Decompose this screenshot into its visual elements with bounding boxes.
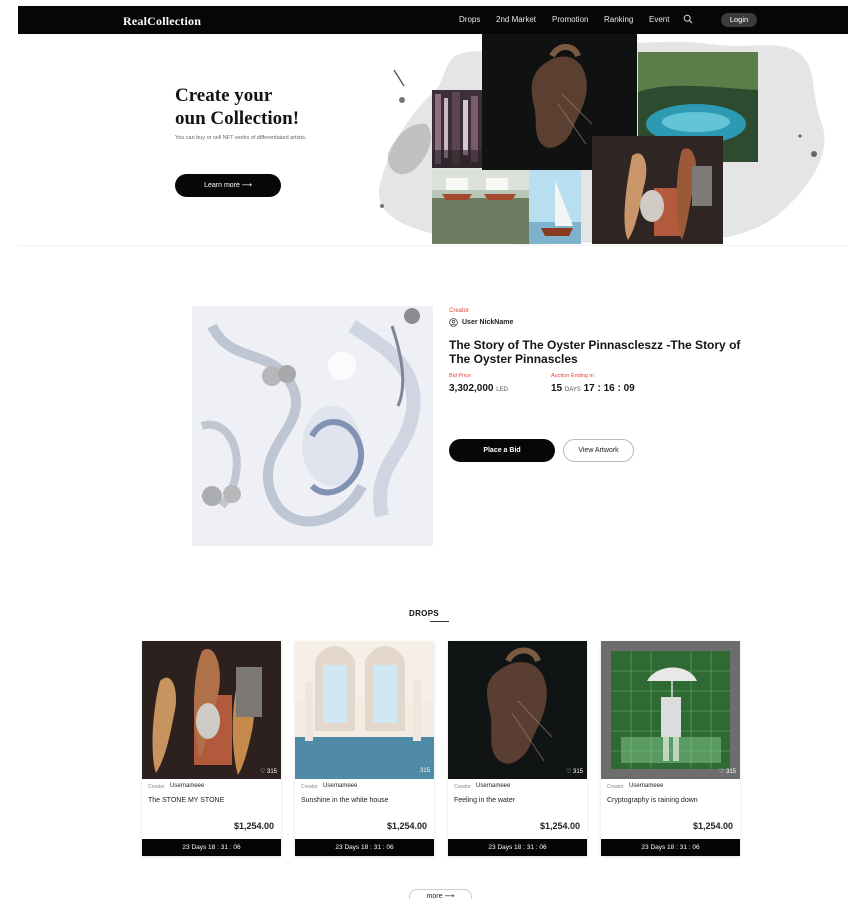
card-creator-name[interactable]: Usernameee: [323, 783, 357, 789]
auction-ending-label: Auction Ending in: [551, 373, 594, 379]
card-title[interactable]: Cryptography is raining down: [607, 797, 698, 804]
card-creator-label: Creator: [454, 784, 471, 790]
card-price: $1,254.00: [386, 821, 427, 831]
drops-title-underline: [430, 621, 449, 622]
card-timer: 23 Days 18 : 31 : 06: [295, 839, 434, 856]
card-creator-name[interactable]: Usernameee: [170, 783, 204, 789]
hero-divider: [18, 245, 848, 246]
auction-days: 15: [551, 383, 563, 394]
drop-card[interactable]: ♡ 315 Creator Usernameee Feeling in the …: [448, 641, 587, 856]
bid-price-unit: LED: [496, 387, 508, 393]
learn-more-button[interactable]: Learn more ⟶: [175, 174, 281, 197]
card-title[interactable]: Feeling in the water: [454, 797, 515, 804]
search-icon[interactable]: [683, 14, 693, 24]
card-price: $1,254.00: [692, 821, 733, 831]
more-button[interactable]: more ⟶: [409, 889, 472, 899]
card-creator-label: Creator: [607, 784, 624, 790]
card-title[interactable]: The STONE MY STONE: [148, 797, 224, 804]
top-navbar: RealCollection Drops 2nd Market Promotio…: [18, 6, 848, 34]
likes-count[interactable]: ♡ 315: [719, 768, 736, 775]
drop-card-image[interactable]: [601, 641, 740, 779]
collage-tile-boats: [432, 170, 529, 244]
card-timer: 23 Days 18 : 31 : 06: [601, 839, 740, 856]
drop-card[interactable]: ♡ 315 Creator Usernameee The STONE MY ST…: [142, 641, 281, 856]
drop-card[interactable]: 315 Creator Usernameee Sunshine in the w…: [295, 641, 434, 856]
card-timer: 23 Days 18 : 31 : 06: [448, 839, 587, 856]
drop-card-image[interactable]: [448, 641, 587, 779]
featured-creator-name: User NickName: [462, 319, 514, 326]
featured-creator-label: Creator: [449, 308, 470, 314]
bid-price-amount: 3,302,000: [449, 383, 494, 394]
hero-collage: [370, 34, 830, 246]
site-logo[interactable]: RealCollection: [123, 14, 201, 29]
card-price: $1,254.00: [233, 821, 274, 831]
hero-text-block: Create your oun Collection! You can buy …: [175, 84, 306, 141]
drop-card-image[interactable]: [142, 641, 281, 779]
login-button[interactable]: Login: [721, 13, 757, 27]
hero-title-line-1: Create your: [175, 85, 273, 106]
place-bid-button[interactable]: Place a Bid: [449, 439, 555, 462]
view-artwork-button[interactable]: View Artwork: [563, 439, 634, 462]
likes-count[interactable]: ♡ 315: [260, 768, 277, 775]
collage-tile-sailboat: [529, 170, 581, 244]
drop-card[interactable]: ♡ 315 Creator Usernameee Cryptography is…: [601, 641, 740, 856]
collage-tile-glitch: [432, 90, 482, 168]
user-avatar-icon: [449, 318, 458, 327]
card-title[interactable]: Sunshine in the white house: [301, 797, 389, 804]
auction-days-unit: DAYS: [564, 387, 581, 393]
nav-item-2nd-market[interactable]: 2nd Market: [496, 15, 536, 24]
collage-tile-sculpture: [592, 136, 723, 244]
card-creator-label: Creator: [301, 784, 318, 790]
bid-price-label: Bid Price: [449, 373, 472, 379]
hero-subtitle: You can buy or sell NFT works of differe…: [175, 135, 307, 141]
likes-count[interactable]: 315: [420, 768, 430, 774]
bid-price-value: 3,302,000 LED: [449, 383, 508, 394]
auction-countdown: 15 DAYS 17 : 16 : 09: [551, 383, 635, 394]
drops-section-title: DROPS: [409, 609, 439, 618]
card-price: $1,254.00: [539, 821, 580, 831]
nav-item-drops[interactable]: Drops: [459, 15, 480, 24]
card-timer: 23 Days 18 : 31 : 06: [142, 839, 281, 856]
nav-item-ranking[interactable]: Ranking: [604, 15, 633, 24]
auction-time: 17 : 16 : 09: [583, 383, 635, 394]
hero-title-line-2: oun Collection!: [175, 108, 300, 129]
featured-creator[interactable]: User NickName: [449, 318, 513, 327]
nav-item-event[interactable]: Event: [649, 15, 669, 24]
featured-artwork-image[interactable]: [192, 306, 433, 546]
card-creator-label: Creator: [148, 784, 165, 790]
card-creator-name[interactable]: Usernameee: [629, 783, 663, 789]
nav-item-promotion[interactable]: Promotion: [552, 15, 588, 24]
card-creator-name[interactable]: Usernameee: [476, 783, 510, 789]
drop-card-image[interactable]: [295, 641, 434, 779]
featured-title: The Story of The Oyster Pinnascleszz -Th…: [449, 338, 741, 366]
likes-count[interactable]: ♡ 315: [566, 768, 583, 775]
